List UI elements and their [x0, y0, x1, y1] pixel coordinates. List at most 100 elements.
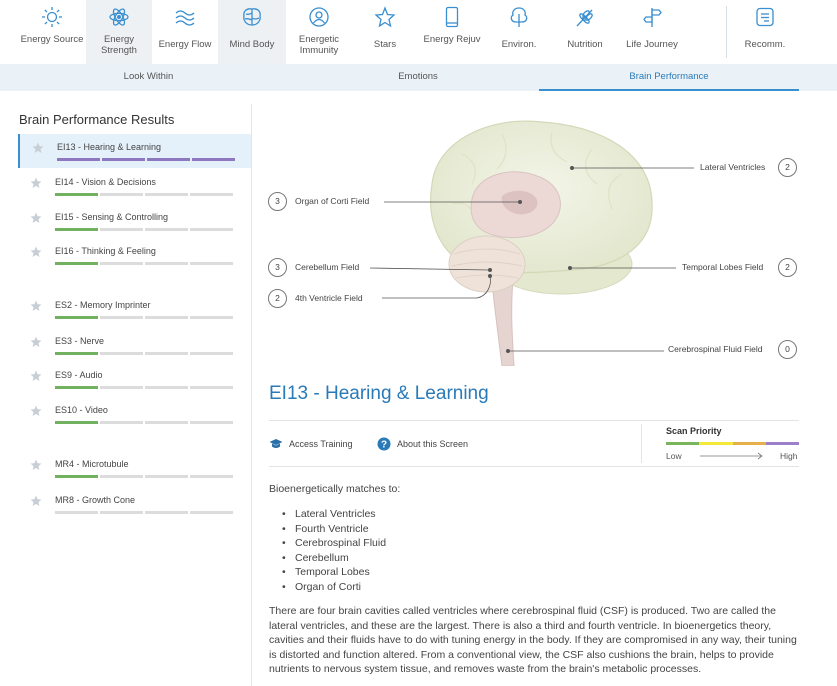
result-bar-segment: [100, 386, 143, 389]
tab-emotions[interactable]: Emotions: [297, 64, 539, 91]
priority-segment: [732, 442, 766, 445]
result-bar-segment: [145, 193, 188, 196]
signpost-icon: [643, 8, 662, 27]
nav-label: Energy Rejuv: [423, 34, 481, 45]
priority-segment: [666, 442, 700, 445]
nav-label: Energetic Immunity: [298, 34, 340, 56]
sidebar-item-label: MR8 - Growth Cone: [55, 495, 136, 505]
matches-label: Bioenergetically matches to:: [269, 483, 401, 495]
about-screen-link[interactable]: ? About this Screen: [377, 437, 468, 451]
sidebar-item[interactable]: ES10 - Video: [18, 397, 251, 431]
sub-tabs: Look Within Emotions Brain Performance: [0, 64, 837, 91]
notes-icon: [756, 7, 774, 27]
star-icon[interactable]: [32, 142, 44, 154]
list-item: Fourth Ventricle: [282, 522, 386, 537]
sidebar-item[interactable]: EI15 - Sensing & Controlling: [18, 204, 251, 238]
star-icon[interactable]: [30, 177, 42, 189]
sun-icon: [42, 7, 62, 27]
callout-label: Cerebellum Field: [295, 262, 360, 272]
nav-energetic-immunity[interactable]: Energetic Immunity: [286, 0, 352, 64]
nav-energy-rejuv[interactable]: Energy Rejuv: [418, 0, 486, 64]
result-bar-segment: [100, 511, 143, 514]
result-bar-segment: [100, 352, 143, 355]
shield-person-icon: [309, 7, 329, 27]
result-bar-segment: [57, 158, 100, 161]
result-bar-segment: [55, 421, 98, 424]
star-icon: [374, 6, 396, 28]
result-bar: [55, 316, 234, 319]
nav-environ[interactable]: Environ.: [486, 0, 552, 64]
star-icon[interactable]: [30, 212, 42, 224]
callout-label: 4th Ventricle Field: [295, 293, 363, 303]
nav-energy-source[interactable]: Energy Source: [18, 0, 86, 64]
result-bar-segment: [145, 511, 188, 514]
result-bar-segment: [190, 386, 233, 389]
result-bar-segment: [100, 475, 143, 478]
result-bar-segment: [55, 262, 98, 265]
result-bar-segment: [102, 158, 145, 161]
nav-nutrition[interactable]: Nutrition: [552, 0, 618, 64]
callout-count: 3: [268, 258, 287, 277]
sidebar-item[interactable]: ES2 - Memory Imprinter: [18, 292, 251, 326]
sidebar-item[interactable]: ES9 - Audio: [18, 362, 251, 396]
access-training-link[interactable]: Access Training: [269, 437, 353, 451]
nav-energy-strength[interactable]: Energy Strength: [86, 0, 152, 64]
result-bar-segment: [192, 158, 235, 161]
result-bar-segment: [190, 262, 233, 265]
sidebar-item[interactable]: EI14 - Vision & Decisions: [18, 169, 251, 203]
sidebar-item-label: EI16 - Thinking & Feeling: [55, 246, 156, 256]
nav-label: Stars: [373, 39, 397, 50]
nav-label: Energy Flow: [158, 39, 212, 50]
sidebar-item[interactable]: ES3 - Nerve: [18, 328, 251, 362]
nav-life-journey[interactable]: Life Journey: [618, 0, 686, 64]
nav-energy-flow[interactable]: Energy Flow: [152, 0, 218, 64]
wheat-icon: [576, 9, 593, 27]
result-bar: [55, 262, 234, 265]
scan-priority-scale: [666, 442, 799, 445]
callout-label: Temporal Lobes Field: [682, 262, 764, 272]
result-bar: [55, 386, 234, 389]
star-icon[interactable]: [30, 300, 42, 312]
result-bar-segment: [147, 158, 190, 161]
sidebar-item-label: EI15 - Sensing & Controlling: [55, 212, 169, 222]
access-training-label: Access Training: [289, 439, 353, 449]
list-item: Lateral Ventricles: [282, 507, 386, 522]
result-bar-segment: [145, 262, 188, 265]
list-item: Cerebellum: [282, 551, 386, 566]
sidebar-item[interactable]: MR8 - Growth Cone: [18, 487, 251, 521]
tree-icon: [510, 7, 528, 27]
brain-illustration: [369, 120, 694, 367]
nav-recomm[interactable]: Recomm.: [732, 0, 798, 64]
nav-mind-body[interactable]: Mind Body: [218, 0, 286, 64]
result-bar-segment: [55, 316, 98, 319]
tab-look-within[interactable]: Look Within: [0, 64, 297, 91]
result-bar-segment: [100, 228, 143, 231]
star-icon[interactable]: [30, 459, 42, 471]
sidebar-item[interactable]: EI13 - Hearing & Learning: [18, 134, 251, 168]
star-icon[interactable]: [30, 495, 42, 507]
sidebar-item[interactable]: MR4 - Microtubule: [18, 451, 251, 485]
star-icon[interactable]: [30, 246, 42, 258]
nav-label: Nutrition: [567, 39, 603, 50]
nav-stars[interactable]: Stars: [352, 0, 418, 64]
result-bar-segment: [55, 352, 98, 355]
result-bar-segment: [145, 228, 188, 231]
sidebar-title: Brain Performance Results: [19, 112, 175, 127]
result-bar-segment: [190, 228, 233, 231]
star-icon[interactable]: [30, 336, 42, 348]
sidebar-item-label: ES10 - Video: [55, 405, 108, 415]
screen-title: EI13 - Hearing & Learning: [269, 383, 489, 404]
callout-count: 3: [268, 192, 287, 211]
result-bar-segment: [100, 421, 143, 424]
tab-brain-performance[interactable]: Brain Performance: [539, 64, 799, 91]
result-bar: [55, 228, 234, 231]
star-icon[interactable]: [30, 405, 42, 417]
sidebar-item-label: ES2 - Memory Imprinter: [55, 300, 151, 310]
sidebar-item-label: MR4 - Microtubule: [55, 459, 129, 469]
star-icon[interactable]: [30, 370, 42, 382]
help-icon: ?: [377, 437, 391, 451]
result-bar-segment: [55, 475, 98, 478]
result-bar-segment: [145, 421, 188, 424]
sidebar-item[interactable]: EI16 - Thinking & Feeling: [18, 238, 251, 272]
nav-label: Energy Strength: [101, 34, 137, 56]
